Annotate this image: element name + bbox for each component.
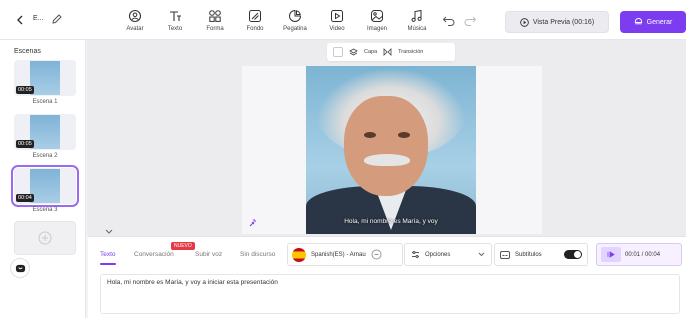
subtitles-icon bbox=[500, 250, 510, 259]
shapes-icon bbox=[209, 10, 221, 22]
subtitles-label: Subtítulos bbox=[515, 251, 542, 258]
playback-timer: 00:01 / 00:04 bbox=[596, 243, 682, 266]
tool-avatar[interactable]: Avatar bbox=[118, 9, 152, 37]
play-scene-button[interactable] bbox=[601, 247, 621, 262]
scene-thumbnail-3[interactable]: 00:04 bbox=[11, 165, 79, 207]
subtitles-toggle[interactable] bbox=[564, 250, 582, 259]
transition-label[interactable]: Transición bbox=[398, 49, 423, 55]
subtitles-control: Subtítulos bbox=[494, 243, 588, 266]
tool-label: Forma bbox=[206, 26, 224, 32]
tool-background[interactable]: Fondo bbox=[238, 9, 272, 37]
background-icon bbox=[249, 10, 261, 22]
scene-label: Escena 1 bbox=[32, 99, 58, 105]
tool-video[interactable]: Video bbox=[320, 9, 354, 37]
app-logo-button[interactable] bbox=[10, 258, 30, 278]
chevron-left-icon bbox=[17, 15, 23, 25]
play-circle-icon bbox=[519, 17, 529, 27]
redo-icon[interactable] bbox=[463, 14, 477, 26]
scene-thumbnail-2[interactable]: 00:05 bbox=[14, 114, 76, 150]
tool-shape[interactable]: Forma bbox=[198, 9, 232, 37]
text-icon bbox=[170, 11, 181, 21]
tool-label: Fondo bbox=[246, 26, 264, 32]
top-toolbar: E... Avatar Texto Forma Fondo Pegatina V… bbox=[0, 0, 686, 40]
back-button[interactable] bbox=[12, 12, 28, 28]
pencil-icon[interactable] bbox=[50, 12, 64, 26]
project-name[interactable]: E... bbox=[33, 15, 44, 22]
spain-flag-icon bbox=[292, 247, 306, 262]
tool-label: Avatar bbox=[126, 26, 144, 32]
video-icon bbox=[331, 10, 343, 22]
tool-label: Video bbox=[329, 26, 345, 32]
layer-label[interactable]: Capa bbox=[364, 49, 377, 55]
preview-label: Vista Previa (00:16) bbox=[532, 18, 595, 26]
tab-upload-voice[interactable]: Subir voz bbox=[195, 251, 222, 258]
tool-label: Música bbox=[407, 26, 427, 32]
undo-icon[interactable] bbox=[442, 14, 456, 26]
options-dropdown[interactable]: Opciones bbox=[404, 243, 492, 266]
chevron-down-icon[interactable] bbox=[104, 228, 114, 236]
scene-preview-image bbox=[30, 169, 60, 203]
scene-label: Escena 3 bbox=[32, 207, 58, 213]
active-tab-indicator bbox=[100, 263, 116, 265]
image-icon bbox=[371, 10, 383, 22]
video-stage[interactable]: Hola, mi nombre es María, y voy bbox=[306, 66, 476, 234]
layers-icon[interactable] bbox=[349, 48, 358, 56]
generate-button[interactable]: Generar bbox=[620, 11, 686, 33]
color-swatch[interactable] bbox=[333, 47, 343, 57]
scene-thumbnail-1[interactable]: 00:05 bbox=[14, 60, 76, 96]
tool-label: Pegatina bbox=[283, 26, 307, 32]
tool-sticker[interactable]: Pegatina bbox=[278, 9, 312, 37]
scene-duration: 00:04 bbox=[16, 194, 34, 202]
sliders-icon bbox=[412, 251, 419, 258]
avatar-icon bbox=[128, 9, 142, 23]
play-icon bbox=[607, 251, 615, 258]
chevron-down-icon bbox=[478, 252, 485, 257]
script-textarea[interactable]: Hola, mi nombre es María, y voy a inicia… bbox=[100, 274, 680, 314]
timer-text: 00:01 / 00:04 bbox=[625, 251, 661, 258]
avatar-face bbox=[344, 96, 428, 196]
avatar-mustache bbox=[364, 154, 410, 166]
tab-no-speech[interactable]: Sin discurso bbox=[240, 251, 275, 258]
scene-preview-image bbox=[30, 61, 60, 95]
sticker-icon bbox=[289, 9, 302, 22]
generate-icon bbox=[634, 17, 642, 24]
generate-label: Generar bbox=[646, 18, 673, 26]
avatar-eye bbox=[364, 132, 376, 138]
scene-duration: 00:05 bbox=[16, 140, 34, 148]
scene-label: Escena 2 bbox=[32, 153, 58, 159]
voice-settings-icon[interactable] bbox=[371, 249, 382, 260]
music-note-icon bbox=[411, 9, 422, 22]
tool-label: Texto bbox=[167, 26, 183, 32]
tool-image[interactable]: Imagen bbox=[360, 9, 394, 37]
scene-duration: 00:05 bbox=[16, 86, 34, 94]
sidebar-title: Escenas bbox=[14, 48, 41, 55]
scene-preview-image bbox=[30, 115, 60, 149]
preview-button[interactable]: Vista Previa (00:16) bbox=[505, 11, 609, 33]
add-scene-button[interactable] bbox=[14, 221, 76, 255]
plus-circle-icon bbox=[38, 231, 52, 245]
transition-icon[interactable] bbox=[383, 48, 392, 56]
new-badge: NUEVO bbox=[171, 242, 195, 250]
options-label: Opciones bbox=[425, 251, 451, 258]
tool-label: Imagen bbox=[366, 26, 387, 32]
magic-wand-icon[interactable] bbox=[248, 218, 258, 228]
canvas-toolbar: Capa Transición bbox=[327, 43, 455, 61]
subtitle-caption: Hola, mi nombre es María, y voy bbox=[344, 218, 438, 225]
tool-text[interactable]: Texto bbox=[158, 9, 192, 37]
avatar-eye bbox=[398, 132, 410, 138]
logo-icon bbox=[15, 264, 25, 272]
tool-music[interactable]: Música bbox=[400, 9, 434, 37]
tab-text[interactable]: Texto bbox=[100, 251, 116, 258]
tab-conversation[interactable]: Conversación bbox=[134, 251, 174, 258]
voice-selector[interactable]: Spanish(ES) - Arnau bbox=[287, 243, 403, 266]
voice-name: Spanish(ES) - Arnau bbox=[311, 251, 366, 258]
